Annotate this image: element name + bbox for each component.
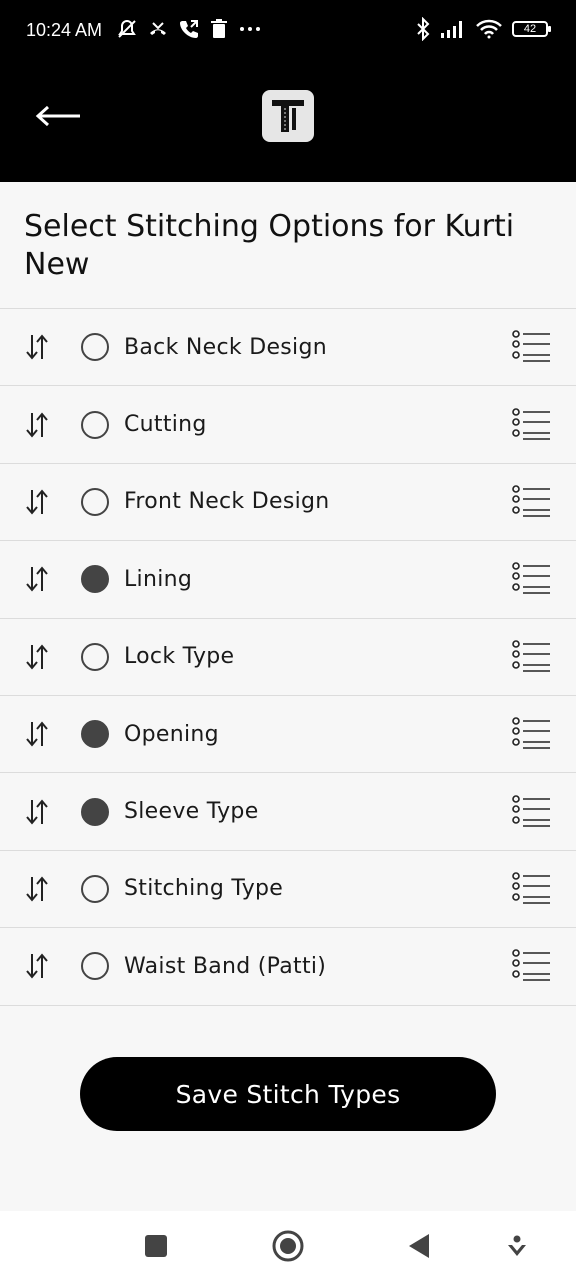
list-options-icon[interactable]: [512, 949, 552, 983]
signal-icon: [441, 21, 462, 38]
list-options-icon[interactable]: [512, 407, 552, 442]
option-label: Front Neck Design: [124, 489, 330, 515]
battery-icon: 42: [512, 21, 551, 37]
app-bar: [0, 62, 576, 182]
wifi-icon: [476, 19, 502, 39]
list-item[interactable]: Waist Band (Patti): [0, 928, 576, 1006]
option-label: Back Neck Design: [124, 334, 327, 360]
save-stitch-types-button[interactable]: Save Stitch Types: [80, 1057, 496, 1131]
list-item[interactable]: Cutting: [0, 386, 576, 464]
list-item[interactable]: Stitching Type: [0, 851, 576, 929]
system-nav-bar: [0, 1211, 576, 1280]
bluetooth-icon: [417, 17, 430, 41]
back-button[interactable]: [30, 98, 86, 134]
option-label: Lining: [124, 566, 193, 592]
list-item[interactable]: Back Neck Design: [0, 309, 576, 387]
drag-handle-icon[interactable]: [24, 797, 50, 827]
recents-icon[interactable]: [139, 1229, 173, 1263]
radio-button[interactable]: [81, 642, 109, 671]
assistant-icon[interactable]: [500, 1229, 534, 1263]
list-options-icon[interactable]: [512, 717, 552, 751]
radio-button[interactable]: [81, 487, 109, 516]
status-bar: 10:24 AM 42: [0, 0, 576, 62]
drag-handle-icon[interactable]: [24, 564, 50, 594]
radio-button[interactable]: [81, 720, 109, 749]
list-item[interactable]: Sleeve Type: [0, 773, 576, 851]
tailor-logo-icon: [272, 100, 304, 132]
drag-handle-icon[interactable]: [24, 951, 50, 981]
list-options-icon[interactable]: [512, 794, 552, 829]
drag-handle-icon[interactable]: [24, 410, 50, 440]
drag-handle-icon[interactable]: [24, 487, 50, 517]
home-icon[interactable]: [271, 1229, 305, 1263]
list-item[interactable]: Opening: [0, 696, 576, 774]
drag-handle-icon[interactable]: [24, 642, 50, 672]
list-options-icon[interactable]: [512, 872, 552, 906]
list-item[interactable]: Lock Type: [0, 619, 576, 696]
trash-icon: [211, 19, 227, 38]
more-dots-icon: [240, 27, 260, 31]
radio-button[interactable]: [81, 410, 109, 439]
radio-button[interactable]: [81, 874, 109, 903]
option-label: Lock Type: [124, 644, 235, 670]
option-label: Waist Band (Patti): [124, 953, 327, 979]
radio-button[interactable]: [81, 565, 109, 594]
list-item[interactable]: Lining: [0, 541, 576, 619]
back-icon[interactable]: [402, 1229, 436, 1263]
list-options-icon[interactable]: [512, 639, 552, 674]
arrow-left-icon: [35, 105, 80, 127]
status-icons-left: [116, 18, 262, 40]
list-options-icon[interactable]: [512, 485, 552, 519]
status-icons-right: 42: [416, 17, 551, 41]
option-label: Opening: [124, 721, 219, 747]
options-list: Back Neck Design Cutting Front Neck Desi…: [0, 308, 576, 1006]
radio-button[interactable]: [81, 797, 109, 826]
option-label: Stitching Type: [124, 876, 284, 902]
app-logo: [262, 90, 314, 142]
option-label: Cutting: [124, 412, 207, 438]
option-label: Sleeve Type: [124, 799, 259, 825]
missed-call-icon: [150, 22, 166, 35]
radio-button[interactable]: [81, 952, 109, 981]
radio-button[interactable]: [81, 333, 109, 362]
list-item[interactable]: Front Neck Design: [0, 464, 576, 542]
list-options-icon[interactable]: [512, 562, 552, 596]
mute-icon: [118, 19, 136, 38]
call-forward-icon: [180, 20, 198, 38]
drag-handle-icon[interactable]: [24, 874, 50, 904]
drag-handle-icon[interactable]: [24, 332, 50, 362]
page-title: Select Stitching Options for Kurti New: [24, 209, 515, 282]
status-time: 10:24 AM: [26, 20, 103, 40]
drag-handle-icon[interactable]: [24, 719, 50, 749]
list-options-icon[interactable]: [512, 330, 552, 364]
